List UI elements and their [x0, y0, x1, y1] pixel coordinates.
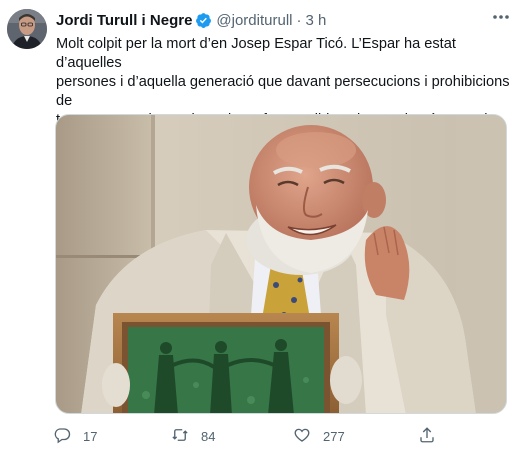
- share-button[interactable]: [418, 425, 436, 447]
- reply-count: 17: [83, 428, 98, 444]
- header-separator: ·: [296, 11, 302, 29]
- action-bar: 17 84 277: [53, 425, 493, 447]
- reply-icon: [53, 426, 71, 447]
- display-name[interactable]: Jordi Turull i Negre: [56, 12, 192, 29]
- more-dots-icon[interactable]: [491, 10, 511, 24]
- like-count: 277: [323, 428, 345, 444]
- share-icon: [418, 426, 436, 447]
- user-handle[interactable]: @jorditurull: [216, 12, 292, 29]
- tweet-card[interactable]: Jordi Turull i Negre @jorditurull · 3 h …: [0, 0, 519, 455]
- retweet-count: 84: [201, 428, 216, 444]
- like-button[interactable]: 277: [293, 425, 345, 447]
- verified-badge-icon: [195, 12, 212, 29]
- tweet-timestamp[interactable]: 3 h: [306, 12, 327, 29]
- retweet-icon: [171, 426, 189, 447]
- avatar[interactable]: [7, 9, 47, 49]
- heart-icon: [293, 426, 311, 447]
- reply-button[interactable]: 17: [53, 425, 97, 447]
- tweet-photo[interactable]: [55, 114, 507, 414]
- tweet-header: Jordi Turull i Negre @jorditurull · 3 h: [56, 10, 509, 30]
- retweet-button[interactable]: 84: [171, 425, 215, 447]
- avatar-photo: [7, 9, 47, 49]
